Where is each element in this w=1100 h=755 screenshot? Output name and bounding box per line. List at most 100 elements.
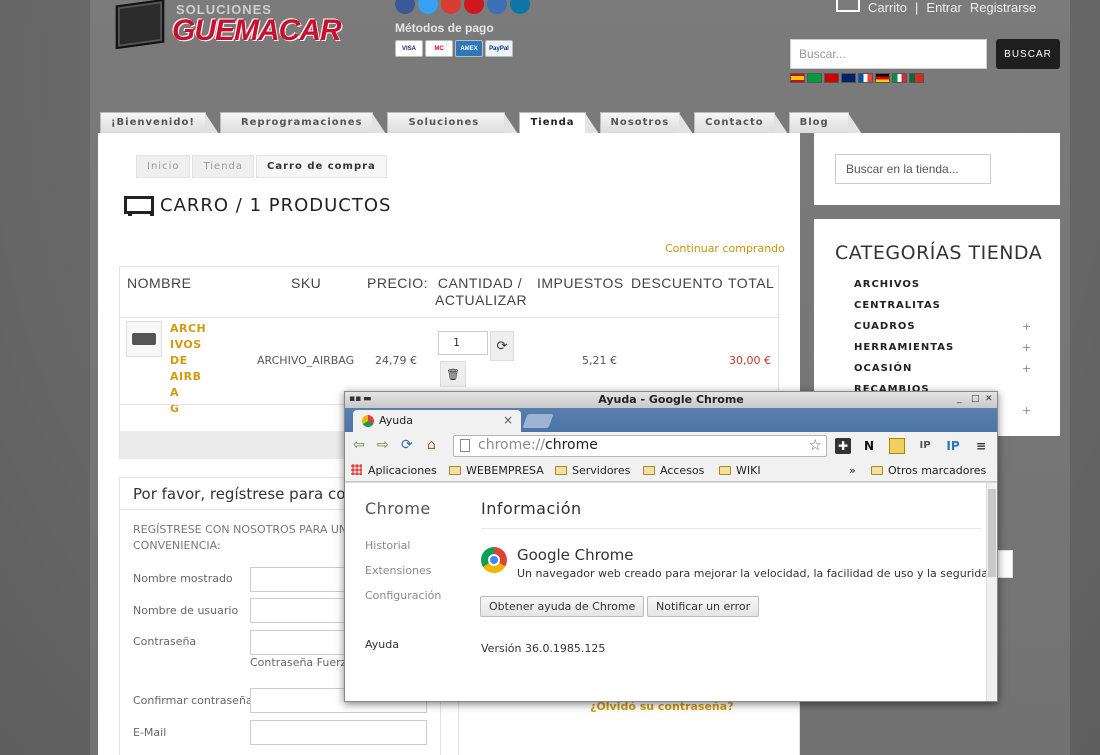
extension-notes-icon[interactable] [889, 438, 905, 454]
forward-icon[interactable]: ⇨ [377, 437, 389, 453]
category-ocasion[interactable]: OCASIÓN [854, 363, 912, 374]
login-link[interactable]: Entrar [926, 0, 961, 15]
report-issue-button[interactable]: Notificar un error [647, 596, 760, 617]
flag-fr-icon[interactable] [858, 73, 873, 83]
col-descuento: DESCUENTO [631, 275, 724, 291]
chrome-window: Ayuda - Google Chrome ▪▪ ▬ _ □ ✕ Ayuda ×… [344, 391, 998, 702]
cart-link[interactable]: Carrito [868, 0, 907, 15]
tab-soluciones[interactable]: Soluciones [387, 112, 519, 134]
shopping-cart-icon [122, 192, 154, 218]
close-tab-icon[interactable]: × [503, 413, 513, 427]
skype-icon[interactable] [487, 0, 507, 14]
home-icon[interactable]: ⌂ [427, 437, 436, 453]
nav-configuracion[interactable]: Configuración [365, 589, 441, 602]
display-name-label: Nombre mostrado [133, 572, 233, 585]
tab-contacto[interactable]: Contacto [694, 112, 789, 134]
extension-ip-blue-icon[interactable]: IP [945, 438, 961, 454]
bookmark-wiki[interactable]: WIKI [719, 464, 761, 477]
new-tab-button[interactable] [522, 414, 554, 428]
col-total: TOTAL [728, 275, 775, 291]
linkedin-icon[interactable] [510, 0, 530, 14]
flag-gb-icon[interactable] [841, 73, 856, 83]
col-precio: PRECIO: [367, 275, 429, 291]
reload-icon[interactable]: ⟳ [401, 437, 413, 453]
bookmark-apps[interactable]: Aplicaciones [351, 464, 437, 477]
flag-pt-icon[interactable] [909, 73, 924, 83]
extension-n-icon[interactable]: N [861, 438, 877, 454]
nav-ayuda[interactable]: Ayuda [365, 638, 399, 651]
flag-es-icon[interactable] [790, 73, 805, 83]
breadcrumb-inicio[interactable]: Inicio [136, 155, 191, 178]
bookmark-servidores[interactable]: Servidores [555, 464, 630, 477]
back-icon[interactable]: ⇦ [353, 437, 365, 453]
register-note: REGÍSTRESE CON NOSOTROS PARA UNA CONVENI… [133, 523, 355, 552]
category-centralitas[interactable]: CENTRALITAS [854, 300, 941, 311]
info-title: Información [481, 499, 582, 518]
bookmark-star-icon[interactable]: ☆ [809, 436, 822, 454]
get-help-button[interactable]: Obtener ayuda de Chrome [480, 596, 645, 617]
trash-icon[interactable]: 🗑 [440, 361, 466, 387]
tab-tienda[interactable]: Tienda [519, 112, 599, 134]
tab-bienvenido[interactable]: ¡Bienvenido! [100, 112, 219, 134]
bookmarks-overflow-chevron[interactable]: » [849, 464, 856, 477]
flag-de-icon[interactable] [875, 73, 890, 83]
expand-icon[interactable]: + [1022, 341, 1031, 354]
confirm-password-label: Confirmar contraseña [133, 694, 253, 707]
continue-shopping-link[interactable]: Continuar comprando [665, 242, 785, 255]
extension-puzzle-icon[interactable]: ✚ [835, 438, 851, 454]
separator: | [915, 0, 919, 15]
breadcrumb-tienda[interactable]: Tienda [192, 155, 255, 178]
maximize-icon[interactable]: □ [971, 394, 980, 404]
quantity-input[interactable]: 1 [438, 331, 488, 355]
shop-search-input[interactable]: Buscar en la tienda... [835, 154, 991, 184]
tab-blog[interactable]: Blog [788, 112, 862, 134]
expand-icon[interactable]: + [1022, 320, 1031, 333]
password-strength: Contraseña Fuerz [250, 656, 347, 669]
nav-extensiones[interactable]: Extensiones [365, 564, 432, 577]
scrollbar[interactable] [986, 483, 997, 701]
browser-tab-ayuda[interactable]: Ayuda × [353, 410, 521, 432]
product-description: Un navegador web creado para mejorar la … [517, 567, 995, 580]
extension-ip-icon[interactable]: IP [917, 438, 933, 454]
site-search-input[interactable]: Buscar... [790, 39, 987, 69]
expand-icon[interactable]: + [1022, 362, 1031, 375]
close-window-icon[interactable]: ✕ [985, 394, 993, 404]
product-name-link[interactable]: ARCH IVOS DE AIRBA G [170, 321, 210, 417]
nav-historial[interactable]: Historial [365, 539, 410, 552]
product-sku: ARCHIVO_AIRBAG [257, 354, 355, 367]
category-archivos[interactable]: ARCHIVOS [854, 279, 920, 290]
product-name-line: DE [170, 354, 188, 367]
window-menu-icon[interactable]: ▪▪ [349, 394, 361, 404]
refresh-icon[interactable]: ⟳ [490, 331, 514, 361]
flag-tw-icon[interactable] [824, 73, 839, 83]
expand-icon[interactable]: + [1022, 404, 1031, 417]
tab-nosotros[interactable]: Nosotros [599, 112, 693, 134]
scrollbar-thumb[interactable] [988, 489, 996, 577]
breadcrumb-current: Carro de compra [256, 155, 387, 178]
bookmark-accesos[interactable]: Accesos [643, 464, 704, 477]
facebook-icon[interactable] [395, 0, 415, 14]
bookmark-other[interactable]: Otros marcadores [871, 464, 986, 477]
window-shade-icon[interactable]: ▬ [363, 394, 372, 404]
site-logo[interactable]: SOLUCIONES GUEMACAR [112, 0, 352, 56]
flag-it-icon[interactable] [892, 73, 907, 83]
shop-search-widget: Buscar en la tienda... [814, 133, 1060, 205]
bookmark-label: Otros marcadores [888, 464, 987, 477]
category-herramientas[interactable]: HERRAMIENTAS [854, 342, 954, 353]
tab-reprogramaciones[interactable]: Reprogramaciones [219, 112, 386, 134]
cart-icon[interactable] [832, 0, 860, 18]
category-cuadros[interactable]: CUADROS [854, 321, 916, 332]
google-plus-icon[interactable] [441, 0, 461, 14]
search-button[interactable]: BUSCAR [996, 39, 1060, 69]
flag-br-icon[interactable] [807, 73, 822, 83]
social-links [395, 0, 530, 14]
register-link[interactable]: Registrarse [970, 0, 1036, 15]
email-input[interactable] [250, 720, 427, 745]
address-bar[interactable]: chrome://chrome ☆ [453, 435, 827, 457]
menu-icon[interactable]: ≡ [973, 438, 989, 454]
youtube-icon[interactable] [464, 0, 484, 14]
product-thumbnail[interactable] [126, 321, 162, 357]
twitter-icon[interactable] [418, 0, 438, 14]
bookmark-webempresa[interactable]: WEBEMPRESA [449, 464, 544, 477]
minimize-icon[interactable]: _ [957, 394, 962, 404]
